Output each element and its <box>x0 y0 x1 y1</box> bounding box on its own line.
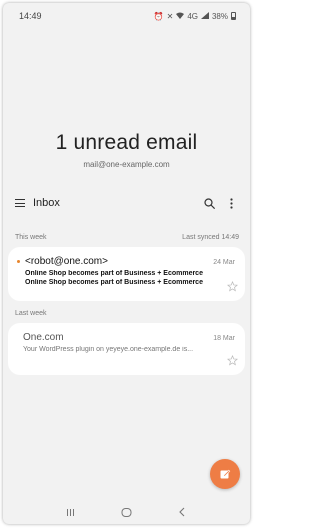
system-nav-bar <box>3 501 250 523</box>
battery-icon <box>231 12 236 20</box>
compose-button[interactable] <box>210 459 240 489</box>
mailbox-header: 1 unread email mail@one-example.com <box>3 131 250 169</box>
section-this-week: This week Last synced 14:49 <box>3 234 250 241</box>
compose-icon <box>220 469 231 479</box>
section-label: This week <box>15 234 47 241</box>
network-type: 4G <box>187 11 198 21</box>
email-sender: One.com <box>23 332 64 343</box>
email-header-row: One.com 18 Mar <box>23 332 235 343</box>
email-date: 18 Mar <box>213 335 235 342</box>
status-bar: 14:49 ⏰ ✕ 4G 38% <box>3 3 250 29</box>
menu-icon[interactable] <box>15 198 25 208</box>
email-item-robot[interactable]: <robot@one.com> 24 Mar Online Shop becom… <box>8 247 245 301</box>
section-label: Last week <box>15 310 47 317</box>
mute-icon: ✕ <box>166 11 174 21</box>
email-preview: Online Shop becomes part of Business + E… <box>25 279 203 286</box>
email-sender: <robot@one.com> <box>25 256 108 267</box>
email-subject: Online Shop becomes part of Business + E… <box>25 270 203 277</box>
star-outline-icon[interactable] <box>227 355 238 366</box>
star-outline-icon[interactable] <box>227 281 238 292</box>
wifi-icon <box>176 12 185 21</box>
inbox-toolbar: Inbox <box>3 189 250 217</box>
battery-percent: 38% <box>211 11 228 21</box>
email-preview: Your WordPress plugin on yeyeye.one-exam… <box>23 346 194 353</box>
status-icons: ⏰ ✕ 4G 38% <box>153 11 236 21</box>
alarm-icon: ⏰ <box>153 11 164 21</box>
home-icon[interactable] <box>118 504 134 520</box>
email-header-row: <robot@one.com> 24 Mar <box>25 256 235 267</box>
signal-icon <box>200 11 209 21</box>
phone-screen: 14:49 ⏰ ✕ 4G 38% 1 unread email mail@one… <box>3 3 250 524</box>
unread-count-title: 1 unread email <box>55 131 198 154</box>
last-synced: Last synced 14:49 <box>182 234 239 241</box>
back-icon[interactable] <box>174 504 190 520</box>
unread-indicator <box>17 260 20 263</box>
recents-icon[interactable] <box>63 504 79 520</box>
search-icon[interactable] <box>200 194 218 212</box>
more-vert-icon[interactable] <box>222 194 240 212</box>
email-date: 24 Mar <box>213 259 235 266</box>
section-last-week: Last week <box>3 310 250 317</box>
status-time: 14:49 <box>19 11 42 21</box>
folder-title: Inbox <box>33 197 60 209</box>
account-email: mail@one-example.com <box>83 160 170 169</box>
email-item-onecom[interactable]: One.com 18 Mar Your WordPress plugin on … <box>8 323 245 375</box>
